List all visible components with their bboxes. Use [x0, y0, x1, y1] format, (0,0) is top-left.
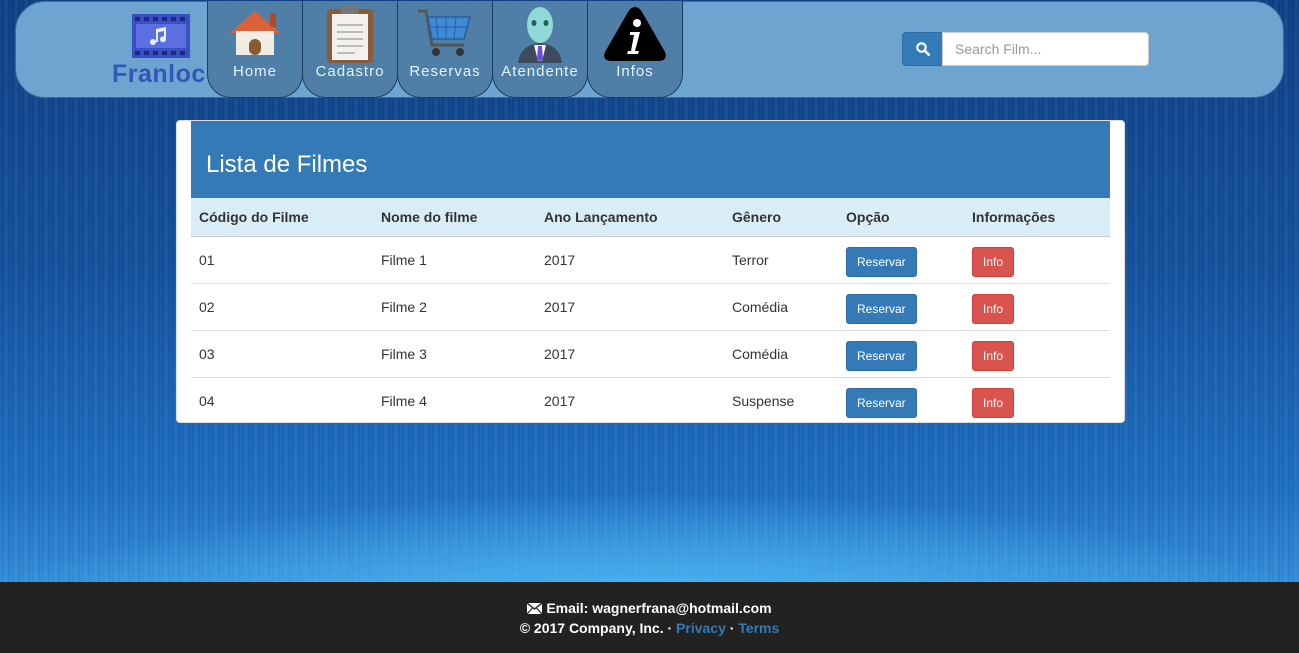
- footer-copyright: © 2017 Company, Inc. ·: [519, 620, 673, 636]
- tab-infos-label: Infos: [616, 63, 654, 80]
- table-row: 01 Filme 1 2017 Terror Reservar Info: [191, 236, 1110, 283]
- info-button[interactable]: Info: [972, 246, 1015, 277]
- tab-home-label: Home: [232, 63, 277, 80]
- privacy-link[interactable]: Privacy: [676, 620, 726, 636]
- tab-infos[interactable]: Infos: [587, 1, 683, 98]
- footer: Email: wagnerfrana@hotmail.com © 2017 Co…: [0, 582, 1299, 653]
- brand-logo[interactable]: Franloc: [112, 14, 212, 90]
- tab-reservas-label: Reservas: [409, 63, 481, 80]
- info-button[interactable]: Info: [972, 293, 1015, 324]
- cell-info: Info: [964, 329, 1110, 377]
- search-icon: [915, 42, 930, 56]
- column-header-name: Nome do filme: [373, 198, 536, 237]
- films-table: Código do Filme Nome do filme Ano Lançam…: [191, 198, 1110, 424]
- cell-genre: Comédia: [724, 329, 838, 377]
- shopping-cart-icon: [418, 9, 471, 56]
- footer-copyright-line: © 2017 Company, Inc. · Privacy · Terms: [0, 620, 1299, 636]
- tab-cadastro-label: Cadastro: [315, 63, 385, 80]
- search-button[interactable]: [902, 32, 943, 66]
- cell-year: 2017: [544, 251, 576, 268]
- cell-genre: Terror: [732, 251, 769, 268]
- column-header-year: Ano Lançamento: [536, 198, 724, 237]
- reserve-button[interactable]: Reservar: [846, 246, 917, 277]
- cell-genre: Comédia: [724, 282, 838, 330]
- table-header-row: Código do Filme Nome do filme Ano Lançam…: [191, 198, 1110, 237]
- brand-name: Franloc: [112, 60, 206, 88]
- info-button[interactable]: Info: [972, 387, 1015, 418]
- table-row: 02 Filme 2 2017 Comédia Reservar Info: [191, 282, 1110, 330]
- reserve-button[interactable]: Reservar: [846, 387, 917, 418]
- tab-atendente[interactable]: Atendente: [492, 1, 588, 98]
- clipboard-icon: [327, 5, 373, 63]
- tab-cadastro[interactable]: Cadastro: [302, 1, 398, 98]
- info-button[interactable]: Info: [972, 340, 1015, 371]
- cell-option: Reservar: [838, 329, 964, 377]
- cell-code: 02: [191, 282, 373, 330]
- cell-genre: Suspense: [724, 376, 838, 424]
- reserve-button[interactable]: Reservar: [846, 293, 917, 324]
- film-music-icon: [132, 14, 190, 58]
- films-panel: Lista de Filmes Código do Filme Nome do …: [176, 120, 1125, 424]
- info-icon: [604, 7, 666, 61]
- attendant-icon: [518, 7, 562, 63]
- cell-code: 04: [191, 376, 373, 424]
- tab-home[interactable]: Home: [207, 1, 303, 98]
- tab-atendente-label: Atendente: [501, 63, 579, 80]
- footer-email-line: Email: wagnerfrana@hotmail.com: [0, 600, 1299, 616]
- column-header-info: Informações: [964, 198, 1110, 237]
- column-header-option: Opção: [838, 198, 964, 237]
- panel-title: Lista de Filmes: [191, 121, 1110, 198]
- cell-info: Info: [964, 376, 1110, 424]
- house-icon: [230, 11, 280, 55]
- cell-option: Reservar: [838, 282, 964, 330]
- cell-year: 2017: [536, 282, 724, 330]
- search-input[interactable]: [942, 32, 1149, 66]
- cell-name: Filme 4: [373, 376, 536, 424]
- cell-year: 2017: [536, 329, 724, 377]
- envelope-icon: [526, 602, 543, 615]
- cell-name: Filme 3: [373, 329, 536, 377]
- cell-code: 03: [191, 329, 373, 377]
- cell-info: Info: [964, 236, 1110, 283]
- cell-year: 2017: [536, 376, 724, 424]
- cell-name: Filme 1: [381, 251, 427, 268]
- terms-link[interactable]: Terms: [738, 620, 779, 636]
- column-header-genre: Gênero: [724, 198, 838, 237]
- column-header-code: Código do Filme: [191, 198, 373, 237]
- reserve-button[interactable]: Reservar: [846, 340, 917, 371]
- cell-info: Info: [964, 282, 1110, 330]
- navbar: Franloc Home Cadastro Reservas Atendente…: [15, 1, 1284, 98]
- footer-email: Email: wagnerfrana@hotmail.com: [546, 600, 772, 616]
- cell-option: Reservar: [838, 376, 964, 424]
- table-row: 04 Filme 4 2017 Suspense Reservar Info: [191, 376, 1110, 424]
- tab-reservas[interactable]: Reservas: [397, 1, 493, 98]
- footer-separator: ·: [729, 620, 735, 636]
- cell-name: Filme 2: [373, 282, 536, 330]
- cell-option: Reservar: [838, 236, 964, 283]
- table-row: 03 Filme 3 2017 Comédia Reservar Info: [191, 329, 1110, 377]
- cell-code: 01: [199, 251, 215, 268]
